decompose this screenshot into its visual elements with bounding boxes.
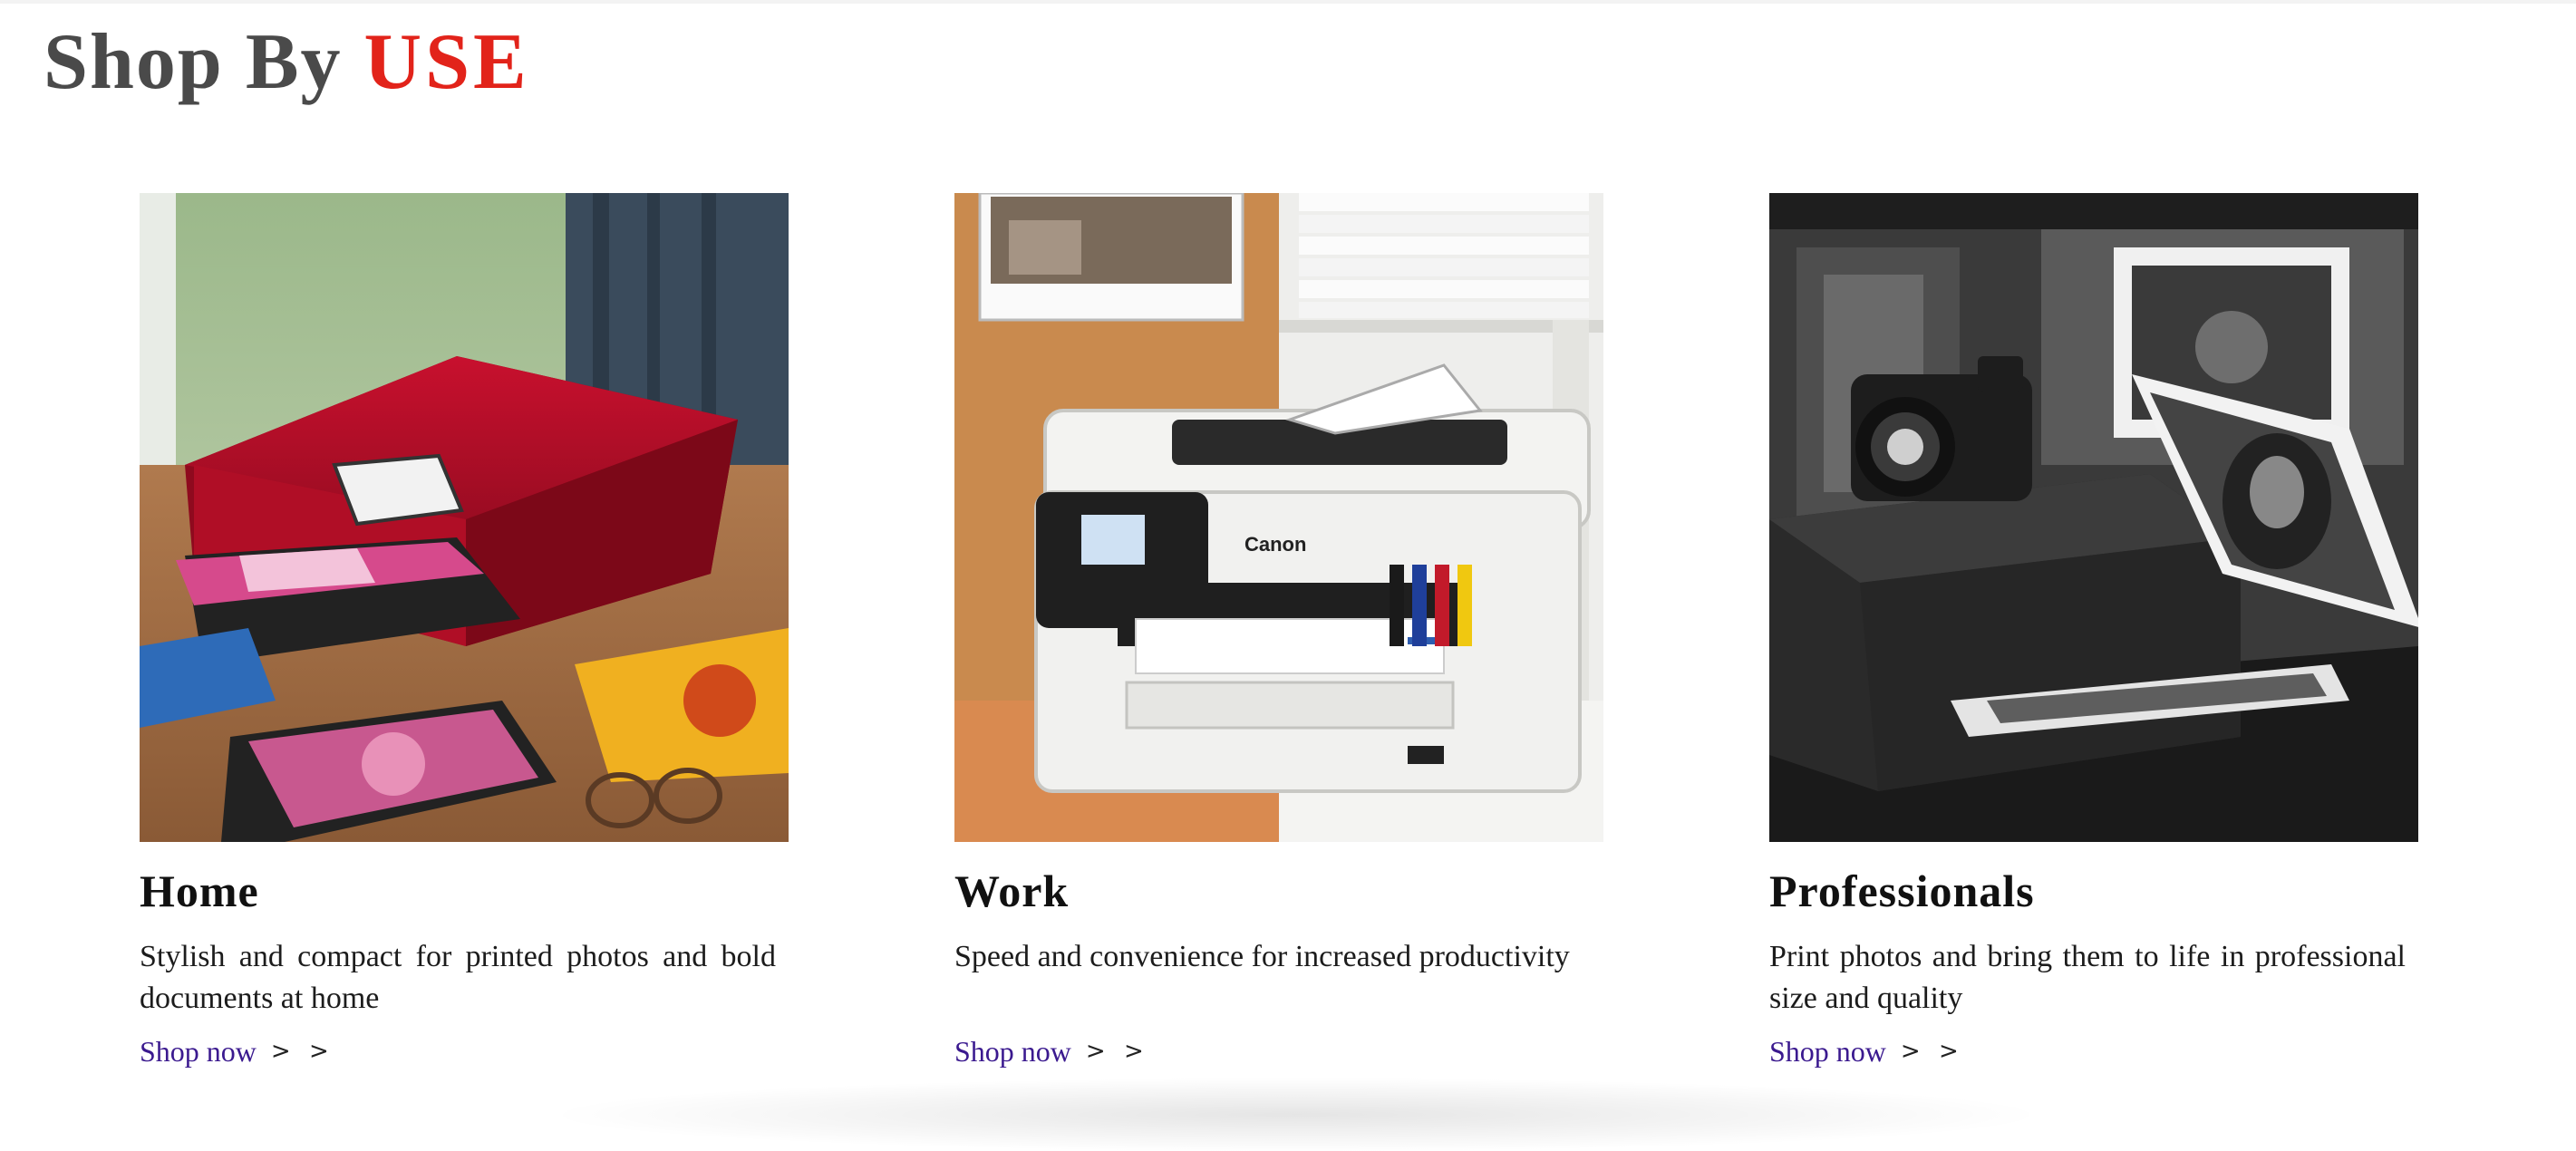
shop-now-link-home[interactable]: Shop now > > — [140, 1033, 334, 1069]
professional-printer-image[interactable] — [1769, 193, 2418, 842]
printer-brand-text: Canon — [1244, 533, 1306, 556]
card-description-professionals: Print photos and bring them to life in p… — [1769, 940, 2406, 1015]
chevron-right-icon: > > — [270, 1038, 334, 1065]
card-title-professionals: Professionals — [1769, 866, 2035, 916]
home-printer-illustration — [140, 193, 789, 842]
shop-now-link-professionals[interactable]: Shop now > > — [1769, 1033, 1964, 1069]
scroll-shadow — [562, 1078, 2030, 1151]
work-printer-illustration: Canon — [954, 193, 1603, 842]
shop-now-label: Shop now — [1769, 1035, 1886, 1068]
category-cards: Home Stylish and compact for printed pho… — [0, 0, 2576, 1115]
card-description-work: Speed and convenience for increased prod… — [954, 940, 1570, 973]
shop-now-link-work[interactable]: Shop now > > — [954, 1033, 1149, 1069]
category-card-work: Canon Work Speed and convenience for inc… — [954, 193, 1603, 1068]
card-title-work: Work — [954, 866, 1070, 916]
chevron-right-icon: > > — [1900, 1038, 1964, 1065]
category-card-professionals: Professionals Print photos and bring the… — [1769, 193, 2418, 1068]
chevron-right-icon: > > — [1085, 1038, 1149, 1065]
category-card-home: Home Stylish and compact for printed pho… — [140, 193, 789, 1068]
professional-printer-illustration — [1769, 193, 2418, 842]
shop-now-label: Shop now — [140, 1035, 257, 1068]
shop-now-label: Shop now — [954, 1035, 1071, 1068]
card-description-home: Stylish and compact for printed photos a… — [140, 940, 776, 1015]
card-title-home: Home — [140, 866, 259, 916]
home-printer-image[interactable] — [140, 193, 789, 842]
work-printer-image[interactable]: Canon — [954, 193, 1603, 842]
